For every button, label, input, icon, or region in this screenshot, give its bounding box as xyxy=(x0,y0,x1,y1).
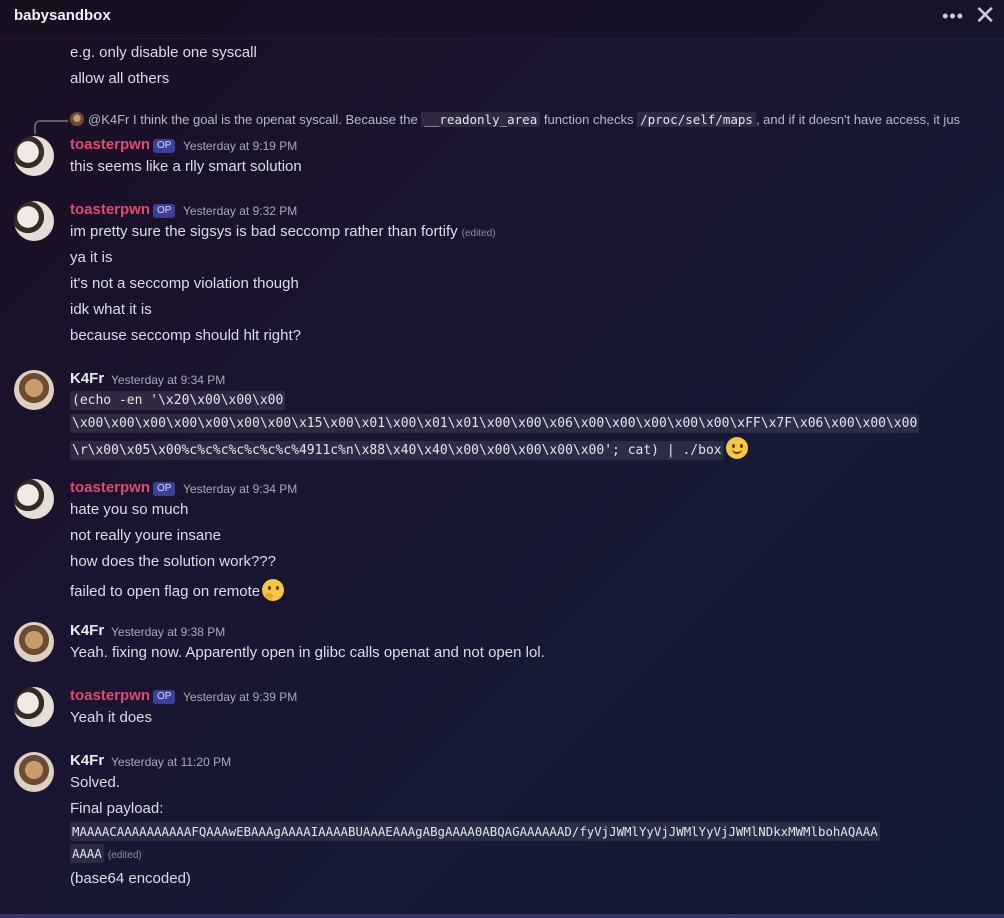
author-name[interactable]: toasterpwn xyxy=(70,687,150,704)
code-line: \x00\x00\x00\x00\x00\x00\x00\x15\x00\x01… xyxy=(70,414,920,433)
code-line: AAAA (edited) xyxy=(70,844,142,863)
avatar[interactable] xyxy=(14,136,54,176)
reply-preview[interactable]: @K4Fr I think the goal is the openat sys… xyxy=(70,112,960,127)
code-text: (echo -en '\x20\x00\x00\x00 xyxy=(70,391,286,410)
slightly-smiling-face-icon xyxy=(725,437,748,459)
message-text: hate you so much xyxy=(70,501,189,518)
timestamp: Yesterday at 9:19 PM xyxy=(183,139,298,153)
message-text: im pretty sure the sigsys is bad seccomp… xyxy=(70,223,458,240)
thread-header: babysandbox ••• ✕ xyxy=(0,0,1004,39)
message-text: how does the solution work??? xyxy=(70,553,276,570)
close-icon[interactable]: ✕ xyxy=(974,2,996,28)
message-text: allow all others xyxy=(70,70,170,87)
avatar[interactable] xyxy=(14,479,54,519)
message-text: Final payload: xyxy=(70,800,164,817)
message-text: Yeah it does xyxy=(70,709,153,726)
author-name[interactable]: K4Fr xyxy=(70,370,104,387)
code-line: \r\x00\x05\x00%c%c%c%c%c%c%c%4911c%n\x88… xyxy=(70,437,748,460)
composer-edge xyxy=(0,914,1004,918)
message-text: because seccomp should hlt right? xyxy=(70,327,301,344)
message-text: idk what it is xyxy=(70,301,152,318)
reply-author[interactable]: @K4Fr xyxy=(88,112,129,127)
code-text: \x00\x00\x00\x00\x00\x00\x00\x15\x00\x01… xyxy=(70,414,920,433)
message-text: ya it is xyxy=(70,249,113,266)
avatar[interactable] xyxy=(14,752,54,792)
reply-avatar xyxy=(70,112,84,126)
reply-text: function checks xyxy=(540,112,638,127)
op-badge: OP xyxy=(153,139,176,153)
message-text: im pretty sure the sigsys is bad seccomp… xyxy=(70,223,496,240)
edited-label: (edited) xyxy=(461,228,496,239)
op-badge: OP xyxy=(153,690,176,704)
timestamp: Yesterday at 9:39 PM xyxy=(183,690,298,704)
message-text: (base64 encoded) xyxy=(70,870,191,887)
author-name[interactable]: toasterpwn xyxy=(70,201,150,218)
message-text: Yeah. fixing now. Apparently open in gli… xyxy=(70,644,545,661)
timestamp: Yesterday at 9:34 PM xyxy=(111,373,226,387)
author-name[interactable]: K4Fr xyxy=(70,752,104,769)
message-text: e.g. only disable one syscall xyxy=(70,44,257,61)
code-line: MAAAACAAAAAAAAAAFQAAAwEBAAAgAAAAIAAAABUA… xyxy=(70,822,880,841)
message-text: failed to open flag on remote xyxy=(70,583,261,600)
edited-label: (edited) xyxy=(107,850,142,861)
code-line: (echo -en '\x20\x00\x00\x00 xyxy=(70,391,286,410)
thread-title: babysandbox xyxy=(14,7,111,24)
more-options-icon[interactable]: ••• xyxy=(942,6,964,27)
reply-text: I think the goal is the openat syscall. … xyxy=(129,112,422,127)
author-name[interactable]: toasterpwn xyxy=(70,479,150,496)
author-name[interactable]: toasterpwn xyxy=(70,136,150,153)
inline-code: __readonly_area xyxy=(421,112,541,127)
code-text: AAAA xyxy=(70,844,104,863)
op-badge: OP xyxy=(153,482,176,496)
message-text: failed to open flag on remote xyxy=(70,579,285,601)
message-text: it's not a seccomp violation though xyxy=(70,275,299,292)
message-text: Solved. xyxy=(70,774,121,791)
timestamp: Yesterday at 9:38 PM xyxy=(111,625,226,639)
avatar[interactable] xyxy=(14,370,54,410)
thinking-face-icon xyxy=(262,579,285,601)
timestamp: Yesterday at 11:20 PM xyxy=(111,755,232,769)
timestamp: Yesterday at 9:34 PM xyxy=(183,482,298,496)
message-text: not really youre insane xyxy=(70,527,221,544)
inline-code: /proc/self/maps xyxy=(637,112,756,127)
avatar[interactable] xyxy=(14,622,54,662)
message-text: this seems like a rlly smart solution xyxy=(70,158,302,175)
reply-connector xyxy=(34,120,68,134)
code-text: \r\x00\x05\x00%c%c%c%c%c%c%c%4911c%n\x88… xyxy=(70,441,724,460)
reply-text: , and if it doesn't have access, it jus xyxy=(755,112,960,127)
avatar[interactable] xyxy=(14,687,54,727)
op-badge: OP xyxy=(153,204,176,218)
avatar[interactable] xyxy=(14,201,54,241)
code-text: MAAAACAAAAAAAAAAFQAAAwEBAAAgAAAAIAAAABUA… xyxy=(70,822,880,841)
timestamp: Yesterday at 9:32 PM xyxy=(183,204,298,218)
author-name[interactable]: K4Fr xyxy=(70,622,104,639)
